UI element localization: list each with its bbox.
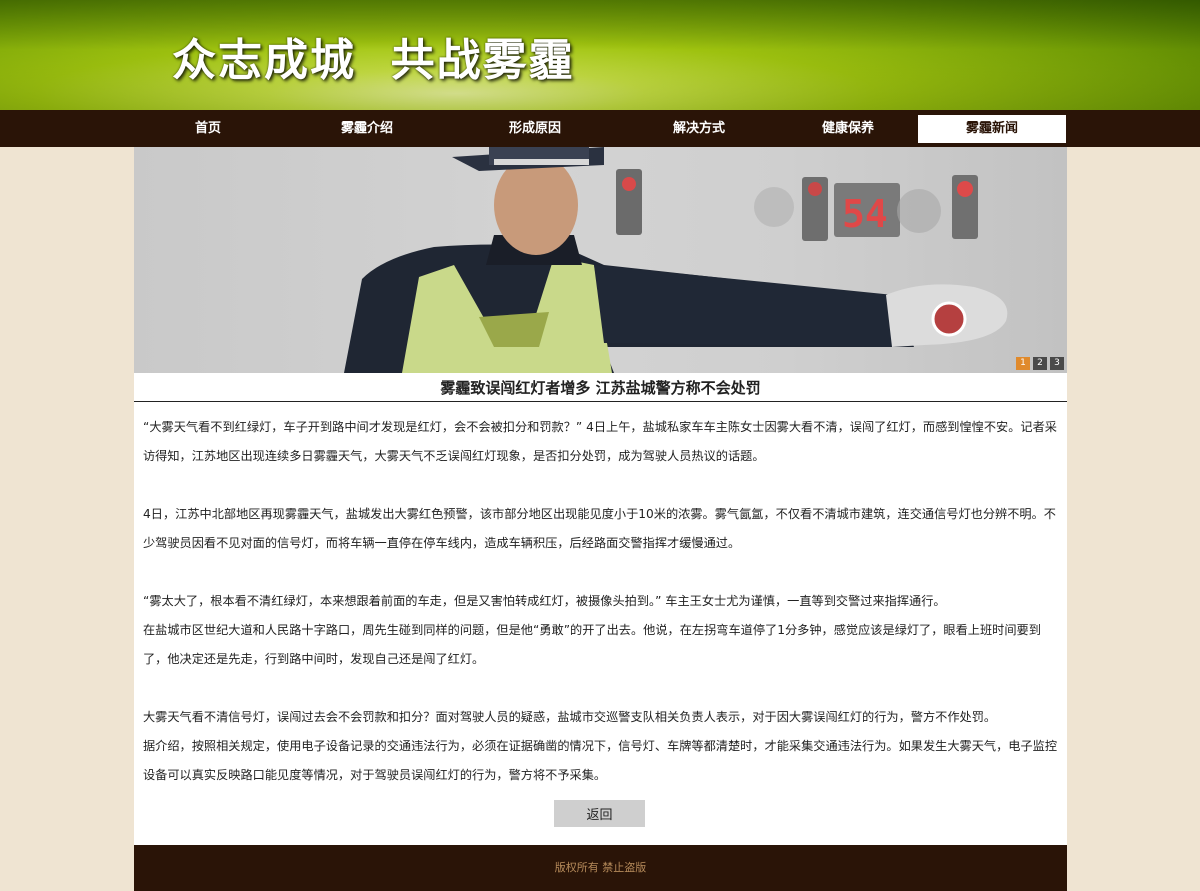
article-paragraph: 在盐城市区世纪大道和人民路十字路口，周先生碰到同样的问题，但是他“勇敢”的开了出… [143, 623, 1041, 666]
slider-dot-1[interactable]: 1 [1016, 357, 1030, 370]
header-banner: 众志成城 共战雾霾 [0, 0, 1200, 110]
article-paragraph: “雾太大了，根本看不清红绿灯，本来想跟着前面的车走，但是又害怕转成红灯，被摄像头… [143, 594, 946, 608]
nav-item-haze-news[interactable]: 雾霾新闻 [918, 115, 1066, 143]
hero-photo: 54 [344, 147, 1008, 373]
nav-item-haze-intro[interactable]: 雾霾介绍 [292, 115, 442, 143]
nav-items: 首页 雾霾介绍 形成原因 解决方式 健康保养 雾霾新闻 [134, 110, 1067, 147]
article-paragraph: “大雾天气看不到红绿灯，车子开到路中间才发现是红灯，会不会被扣分和罚款？” 4日… [143, 420, 1057, 463]
site-title: 众志成城 共战雾霾 [172, 35, 575, 86]
copyright-text: 版权所有 禁止盗版 [554, 861, 647, 874]
hero-slider: 54 1 2 3 [134, 147, 1067, 373]
signal-countdown: 54 [842, 192, 888, 236]
back-button[interactable]: 返回 [554, 800, 645, 827]
article-body: “大雾天气看不到红绿灯，车子开到路中间才发现是红灯，会不会被扣分和罚款？” 4日… [143, 413, 1058, 790]
slider-dots: 1 2 3 [1016, 357, 1064, 370]
article-paragraph: 大雾天气看不清信号灯，误闯过去会不会罚款和扣分？面对驾驶人员的疑惑，盐城市交巡警… [143, 710, 997, 724]
main-content: 54 1 2 3 雾霾致误闯红灯者增多 江苏盐城警方称不会处罚 “大雾天气看不到… [134, 147, 1067, 845]
main-nav: 首页 雾霾介绍 形成原因 解决方式 健康保养 雾霾新闻 [0, 110, 1200, 147]
nav-item-causes[interactable]: 形成原因 [460, 115, 610, 143]
footer: 版权所有 禁止盗版 [134, 845, 1067, 891]
nav-item-solutions[interactable]: 解决方式 [624, 115, 774, 143]
article-title: 雾霾致误闯红灯者增多 江苏盐城警方称不会处罚 [134, 375, 1067, 402]
nav-item-health[interactable]: 健康保养 [774, 115, 922, 143]
slider-dot-2[interactable]: 2 [1033, 357, 1047, 370]
slider-dot-3[interactable]: 3 [1050, 357, 1064, 370]
article-paragraph: 4日，江苏中北部地区再现雾霾天气，盐城发出大雾红色预警，该市部分地区出现能见度小… [143, 507, 1056, 550]
article-paragraph: 据介绍，按照相关规定，使用电子设备记录的交通违法行为，必须在证据确凿的情况下，信… [143, 739, 1058, 782]
nav-item-home[interactable]: 首页 [134, 115, 282, 143]
